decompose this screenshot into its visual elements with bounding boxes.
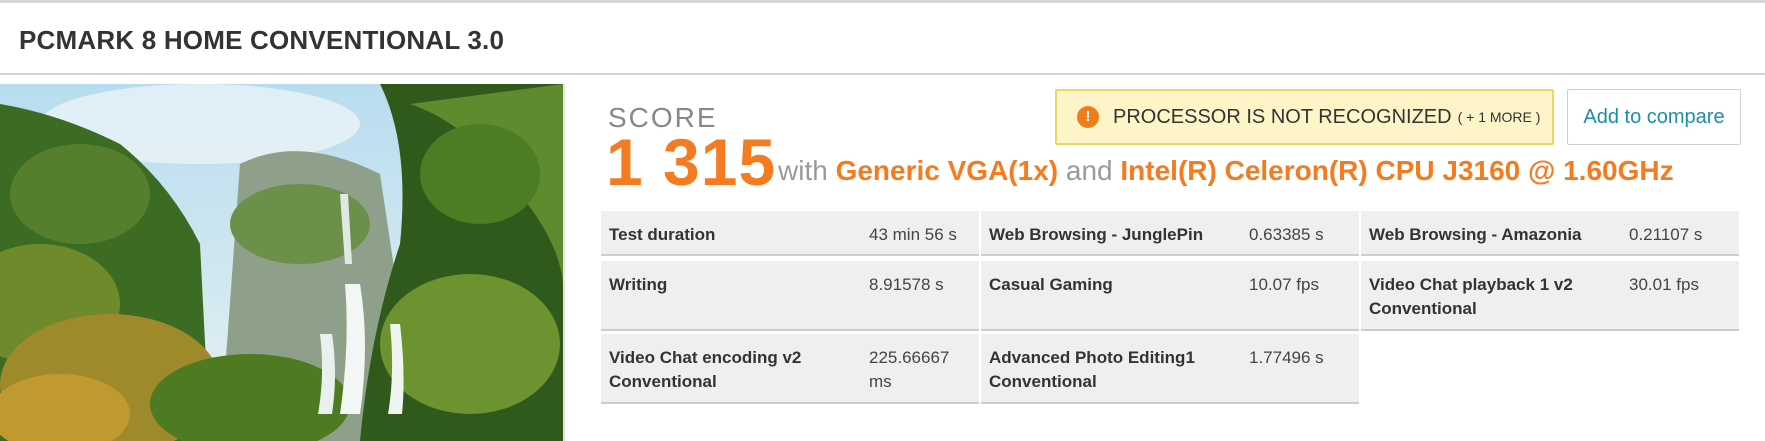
page-header: PCMARK 8 HOME CONVENTIONAL 3.0 [0, 3, 1765, 75]
detail-cell: Test duration 43 min 56 s [601, 211, 979, 256]
detail-value: 1.77496 s [1249, 348, 1324, 367]
detail-cell: Video Chat encoding v2 Conventional 225.… [601, 334, 979, 404]
page-title: PCMARK 8 HOME CONVENTIONAL 3.0 [19, 25, 505, 55]
detail-label: Test duration [609, 225, 716, 244]
score-system-info: with Generic VGA(1x) and Intel(R) Celero… [778, 155, 1674, 187]
benchmark-hero-image [0, 84, 565, 441]
detail-value: 225.66667 ms [869, 348, 950, 391]
detail-cell: Casual Gaming 10.07 fps [981, 261, 1359, 331]
detail-value: 0.63385 s [1249, 225, 1324, 244]
gpu-name[interactable]: Generic VGA(1x) [836, 155, 1059, 186]
detail-label: Video Chat playback 1 v2 Conventional [1369, 275, 1573, 318]
score-value: 1 315 [606, 125, 777, 199]
detail-value: 0.21107 s [1629, 225, 1703, 244]
detail-label: Video Chat encoding v2 Conventional [609, 348, 802, 391]
detail-value: 30.01 fps [1629, 275, 1699, 294]
warning-text: PROCESSOR IS NOT RECOGNIZED [1113, 105, 1452, 128]
detail-label: Casual Gaming [989, 275, 1113, 294]
detail-label: Advanced Photo Editing1 Conventional [989, 348, 1195, 391]
detail-value: 10.07 fps [1249, 275, 1319, 294]
warning-more[interactable]: ( + 1 MORE ) [1458, 109, 1541, 125]
cpu-name[interactable]: Intel(R) Celeron(R) CPU J3160 @ 1.60GHz [1120, 155, 1673, 186]
with-text: with [778, 155, 828, 186]
processor-warning[interactable]: ! PROCESSOR IS NOT RECOGNIZED ( + 1 MORE… [1055, 89, 1554, 145]
add-to-compare-button[interactable]: Add to compare [1567, 89, 1741, 145]
detail-label: Web Browsing - JunglePin [989, 225, 1204, 244]
detail-cell: Writing 8.91578 s [601, 261, 979, 331]
detail-value: 8.91578 s [869, 275, 944, 294]
exclamation-icon: ! [1077, 106, 1099, 128]
and-text: and [1065, 155, 1113, 186]
detail-label: Web Browsing - Amazonia [1369, 225, 1582, 244]
detail-cell: Video Chat playback 1 v2 Conventional 30… [1361, 261, 1739, 331]
detail-cell: Web Browsing - JunglePin 0.63385 s [981, 211, 1359, 256]
detail-cell: Web Browsing - Amazonia 0.21107 s [1361, 211, 1739, 256]
detail-label: Writing [609, 275, 668, 294]
detail-value: 43 min 56 s [869, 225, 957, 244]
detail-cell: Advanced Photo Editing1 Conventional 1.7… [981, 334, 1359, 404]
